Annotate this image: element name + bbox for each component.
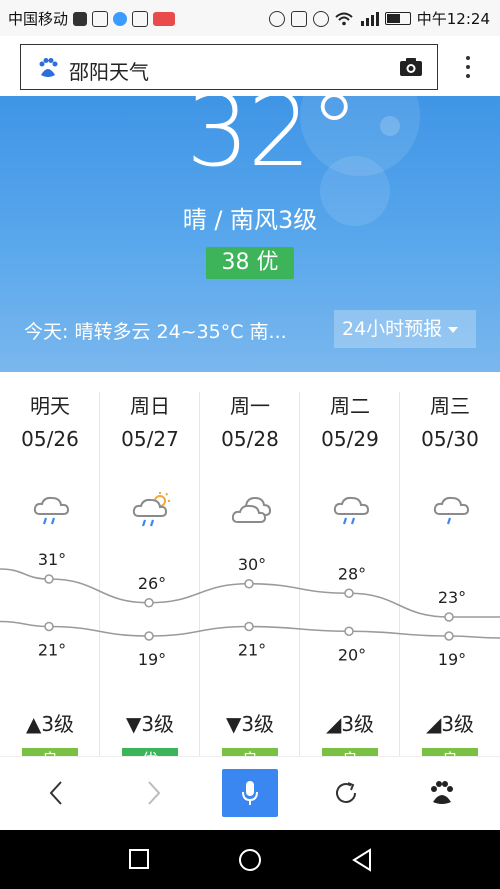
high-temperature-label: 26° bbox=[138, 574, 166, 593]
temperature-point bbox=[244, 621, 254, 632]
search-query-text: 邵阳天气 bbox=[69, 60, 149, 84]
chevron-right-icon bbox=[148, 781, 161, 805]
refresh-button[interactable] bbox=[318, 769, 374, 817]
aqi-badge: 38 优 bbox=[206, 247, 294, 279]
low-temperature-label: 19° bbox=[138, 650, 166, 669]
decor-bubble bbox=[380, 116, 400, 136]
high-temperature-label: 23° bbox=[438, 588, 466, 607]
current-condition: 晴 / 南风3级 bbox=[182, 206, 318, 234]
signal-icon bbox=[360, 11, 379, 26]
message-icon bbox=[132, 10, 149, 27]
baidu-home-button[interactable] bbox=[414, 769, 470, 817]
low-temperature-label: 21° bbox=[38, 641, 66, 660]
system-nav-bar bbox=[0, 830, 500, 889]
forward-button[interactable] bbox=[126, 769, 182, 817]
temperature-point bbox=[444, 631, 454, 641]
hourly-forecast-label: 24小时预报 bbox=[342, 318, 443, 340]
vibrate-icon bbox=[290, 10, 307, 27]
high-temperature-line bbox=[0, 568, 500, 618]
alarm-icon bbox=[312, 10, 329, 27]
temperature-point bbox=[44, 621, 54, 632]
current-weather-panel: 32° 晴 / 南风3级 38 优 今天: 晴转多云 24~35°C 南... … bbox=[0, 96, 500, 372]
low-temperature-label: 19° bbox=[438, 650, 466, 669]
refresh-icon bbox=[336, 782, 356, 803]
high-temperature-label: 30° bbox=[238, 555, 266, 574]
temperature-trend-graph: 31° 26° 30° 28° 23° 21° 19° 21° 20° 19° bbox=[0, 550, 500, 669]
notification-app-icon bbox=[73, 11, 88, 26]
news-icon bbox=[153, 11, 176, 26]
low-temperature-label: 21° bbox=[238, 641, 266, 660]
app-notification-icon bbox=[113, 11, 128, 26]
chevron-down-icon bbox=[448, 326, 459, 333]
camera-icon[interactable] bbox=[399, 57, 423, 77]
status-bar: 中国移动 中午12:24 bbox=[0, 0, 500, 36]
nfc-icon bbox=[268, 10, 285, 27]
chevron-left-icon bbox=[49, 781, 62, 805]
browser-toolbar bbox=[0, 756, 500, 831]
current-temperature: 32° bbox=[186, 96, 359, 189]
temperature-point bbox=[144, 631, 154, 641]
high-temperature-label: 28° bbox=[338, 564, 366, 583]
clock-label: 中午12:24 bbox=[416, 10, 490, 28]
forecast-panel: 明天 05/26 ▲3级 良 周日 05/27 ▼3级 优 周一 05/28 bbox=[0, 372, 500, 772]
recents-icon[interactable] bbox=[128, 848, 150, 870]
baidu-paw-icon bbox=[431, 781, 453, 804]
hourly-forecast-button[interactable]: 24小时预报 bbox=[334, 310, 476, 348]
temperature-point bbox=[244, 579, 254, 589]
baidu-paw-icon bbox=[39, 58, 58, 77]
back-nav-icon[interactable] bbox=[350, 848, 374, 872]
back-button[interactable] bbox=[28, 769, 84, 817]
carrier-label: 中国移动 bbox=[8, 10, 69, 28]
today-summary: 今天: 晴转多云 24~35°C 南... bbox=[24, 321, 287, 343]
temperature-point bbox=[44, 574, 54, 584]
search-bar[interactable]: 邵阳天气 bbox=[20, 44, 438, 90]
high-temperature-label: 31° bbox=[38, 550, 66, 569]
temperature-point bbox=[444, 612, 454, 622]
temperature-point bbox=[144, 598, 154, 608]
wifi-icon bbox=[335, 12, 353, 25]
home-icon[interactable] bbox=[237, 848, 263, 874]
low-temperature-label: 20° bbox=[338, 645, 366, 664]
heart-icon bbox=[92, 10, 109, 27]
more-options-icon[interactable] bbox=[458, 54, 478, 82]
temperature-point bbox=[344, 626, 354, 636]
battery-icon bbox=[384, 12, 411, 25]
voice-search-button[interactable] bbox=[222, 769, 278, 817]
temperature-point bbox=[344, 588, 354, 598]
microphone-icon bbox=[242, 781, 258, 805]
